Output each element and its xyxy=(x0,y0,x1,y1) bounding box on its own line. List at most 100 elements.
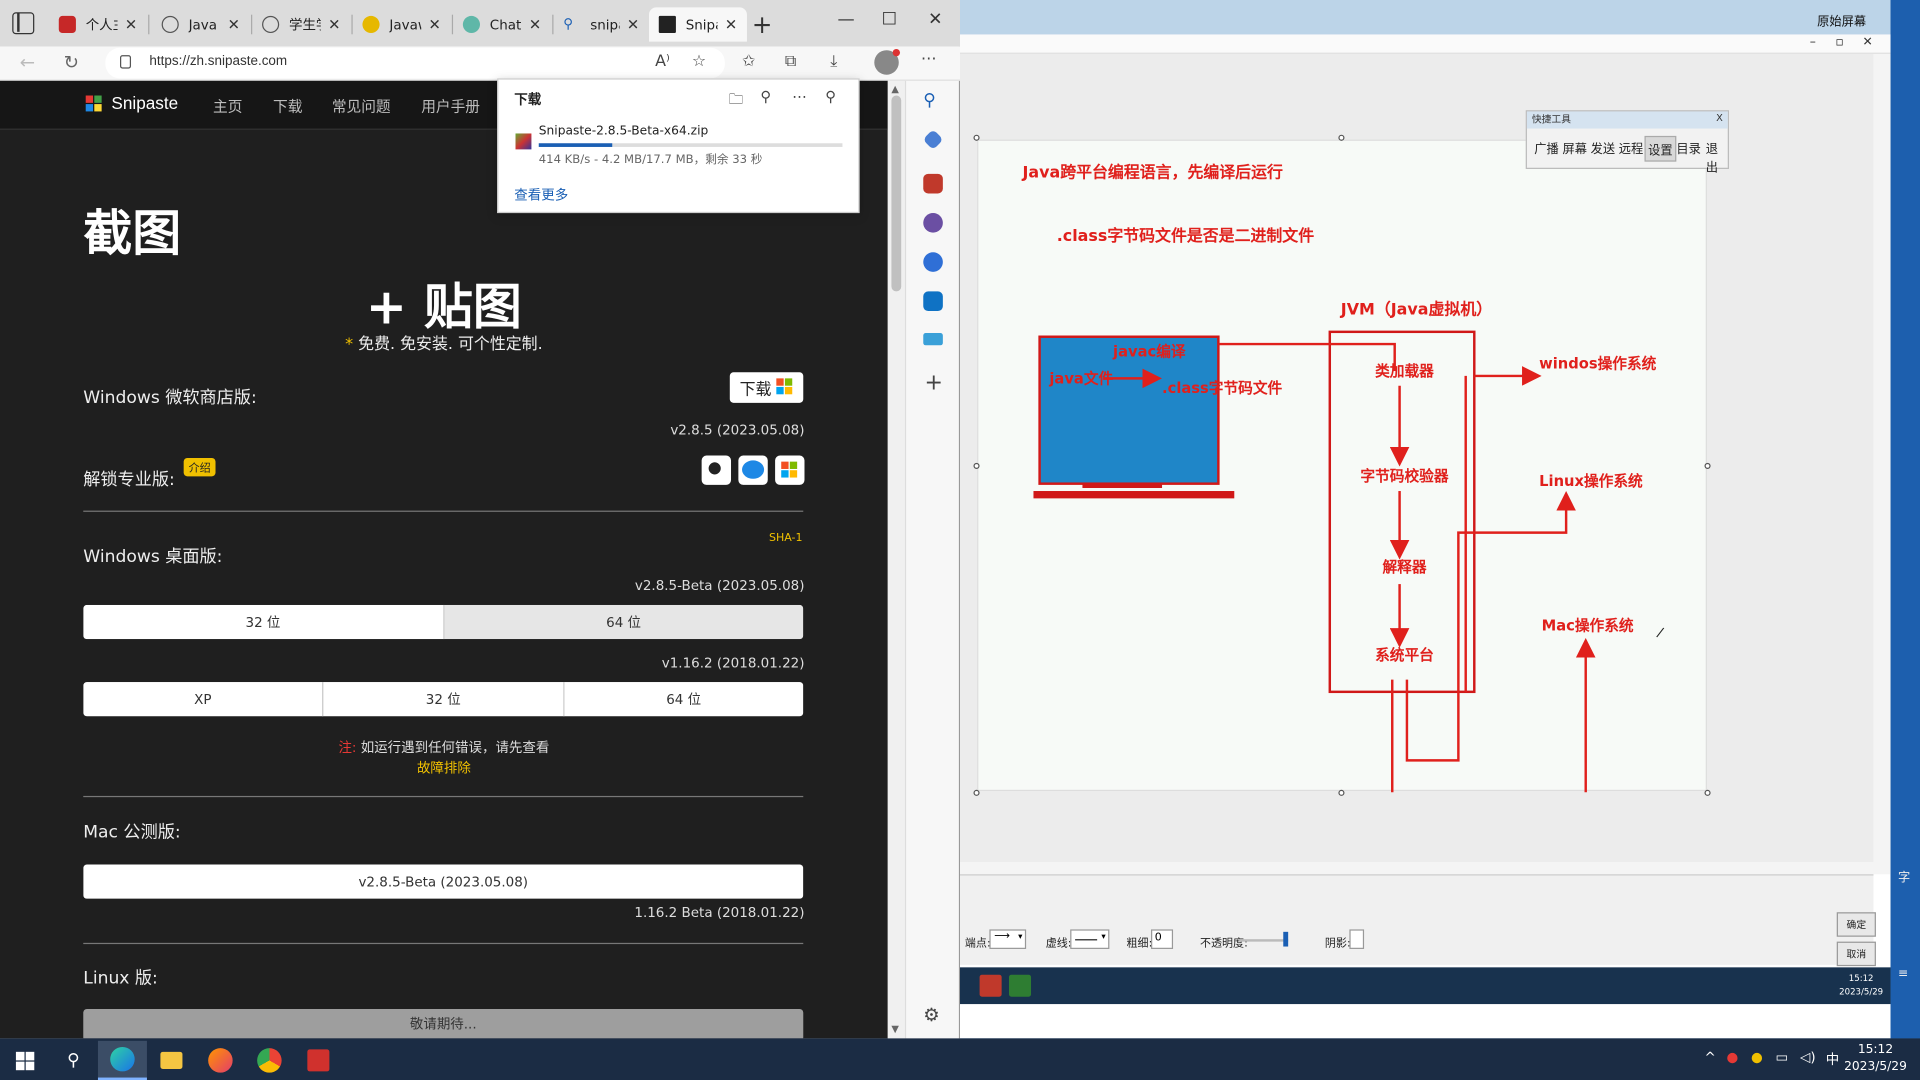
resize-handle[interactable] xyxy=(973,789,980,796)
wps-icon[interactable] xyxy=(979,974,1002,997)
send-icon[interactable] xyxy=(923,333,943,346)
download-32bit-button[interactable]: 32 位 xyxy=(83,604,444,640)
cancel-button[interactable]: 取消 xyxy=(1836,941,1876,967)
add-icon[interactable]: + xyxy=(924,370,944,396)
close-icon[interactable]: ✕ xyxy=(125,16,137,33)
volume-icon[interactable]: ◁) xyxy=(1800,1049,1816,1065)
close-icon[interactable]: ✕ xyxy=(228,16,240,33)
firefox-icon[interactable] xyxy=(196,1041,245,1080)
tab-chatgpt[interactable]: ChatGPT ✕ xyxy=(453,7,551,41)
more-options-icon[interactable]: ⋯ xyxy=(792,88,807,105)
tool-send[interactable]: 发送 xyxy=(1588,136,1617,159)
favorites-icon[interactable]: ✩ xyxy=(742,53,755,71)
tray-weather-icon[interactable]: ● xyxy=(1751,1049,1763,1065)
tool-exit[interactable]: 退出 xyxy=(1703,136,1727,178)
new-tab-plus-icon[interactable]: + xyxy=(752,10,773,39)
pin-icon[interactable]: ⚲ xyxy=(825,88,836,105)
close-icon[interactable]: ✕ xyxy=(428,16,440,33)
download-icon[interactable]: ⤓ xyxy=(830,53,837,71)
close-icon[interactable]: ✕ xyxy=(529,16,541,33)
microsoft-store-icon[interactable] xyxy=(775,455,805,485)
tab-java-web[interactable]: Java Web ✕ xyxy=(152,7,250,41)
profile-avatar[interactable] xyxy=(874,48,901,75)
collections-icon[interactable]: ⧉ xyxy=(785,53,796,71)
pro-intro-badge[interactable]: 介绍 xyxy=(183,457,216,477)
mac-download-button[interactable]: v2.8.5-Beta (2023.05.08) xyxy=(83,864,804,899)
tool-settings[interactable]: 设置 xyxy=(1644,135,1677,162)
download-old-64bit-button[interactable]: 64 位 xyxy=(564,682,804,717)
opacity-slider-thumb[interactable] xyxy=(1283,931,1289,947)
refresh-icon[interactable]: ↻ xyxy=(64,51,79,73)
close-icon[interactable]: ✕ xyxy=(328,16,340,33)
outlook-icon[interactable] xyxy=(923,291,943,312)
close-icon[interactable]: X xyxy=(1716,113,1723,124)
close-icon[interactable]: ✕ xyxy=(627,16,639,33)
download-file-name[interactable]: Snipaste-2.8.5-Beta-x64.zip xyxy=(539,125,708,138)
system-clock[interactable]: 15:12 2023/5/29 xyxy=(1844,1042,1907,1076)
resize-handle[interactable] xyxy=(1338,789,1345,796)
network-icon[interactable]: ▭ xyxy=(1776,1049,1789,1065)
tab-search-snipaste[interactable]: ⚲ snipaste ✕ xyxy=(553,7,649,41)
tab-snipaste-active[interactable]: Snipaste ✕ xyxy=(648,7,747,42)
ok-button[interactable]: 确定 xyxy=(1836,912,1876,937)
shadow-toggle[interactable] xyxy=(1349,929,1365,949)
tray-app-icon[interactable]: ● xyxy=(1727,1049,1739,1065)
remote-horizontal-scrollbar[interactable] xyxy=(960,862,1874,875)
office-icon[interactable] xyxy=(923,252,943,272)
scrollbar-thumb[interactable] xyxy=(891,95,902,292)
page-scrollbar[interactable]: ▲ ▼ xyxy=(887,80,905,1039)
tool-screen[interactable]: 屏幕 xyxy=(1560,136,1589,159)
ime-indicator[interactable]: 中 xyxy=(1826,1049,1839,1069)
apple-icon[interactable]: ● xyxy=(701,455,732,485)
download-64bit-button[interactable]: 64 位 xyxy=(443,604,804,640)
site-name[interactable]: Snipaste xyxy=(111,93,178,113)
minimize-button[interactable]: – xyxy=(1810,36,1816,49)
see-more-link[interactable]: 查看更多 xyxy=(514,185,568,205)
paypal-icon[interactable] xyxy=(738,455,768,485)
close-window-button[interactable]: ✕ xyxy=(928,10,942,30)
address-bar[interactable]: https://zh.snipaste.com A⁾ ☆ xyxy=(105,47,725,79)
download-old-32bit-button[interactable]: 32 位 xyxy=(323,682,565,717)
resize-handle[interactable] xyxy=(973,462,980,469)
tool-directory[interactable]: 目录 xyxy=(1674,136,1703,159)
folder-icon[interactable]: 🗀 xyxy=(729,88,744,114)
close-icon[interactable]: ✕ xyxy=(725,16,737,33)
snipaste-logo-icon[interactable] xyxy=(85,95,102,112)
tab-personal[interactable]: 个人主页 ✕ xyxy=(49,7,147,41)
tools-icon[interactable] xyxy=(923,173,943,194)
scroll-up-arrow-icon[interactable]: ▲ xyxy=(891,83,899,94)
gear-icon[interactable]: ⚙ xyxy=(923,1004,943,1026)
resize-handle[interactable] xyxy=(1704,462,1711,469)
nav-faq[interactable]: 常见问题 xyxy=(332,96,391,117)
tray-expand-icon[interactable]: ^ xyxy=(1704,1049,1715,1065)
resize-handle[interactable] xyxy=(973,134,980,141)
more-menu-icon[interactable]: ⋯ xyxy=(921,50,937,68)
chrome-icon[interactable] xyxy=(245,1041,294,1080)
nav-download[interactable]: 下载 xyxy=(273,96,302,117)
endpoint-select[interactable]: ⟶ ▾ xyxy=(989,929,1027,949)
edge-taskbar-icon[interactable] xyxy=(97,1040,147,1080)
read-aloud-icon[interactable]: A⁾ xyxy=(655,53,670,71)
search-icon[interactable]: ⚲ xyxy=(760,88,771,105)
width-spinner[interactable]: 0 xyxy=(1151,929,1174,949)
remote-app-icon[interactable] xyxy=(294,1041,343,1080)
opacity-slider[interactable] xyxy=(1239,939,1289,942)
tab-javaweb[interactable]: Javaweb ✕ xyxy=(353,7,451,41)
app-icon[interactable] xyxy=(1008,974,1032,997)
sha1-link[interactable]: SHA-1 xyxy=(769,533,803,545)
troubleshoot-link[interactable]: 故障排除 xyxy=(0,758,888,778)
line-style-select[interactable]: ▾ xyxy=(1070,929,1110,949)
restore-button[interactable]: ▫ xyxy=(1836,36,1844,49)
url-text[interactable]: https://zh.snipaste.com xyxy=(149,54,287,69)
tool-remote[interactable]: 远程 xyxy=(1616,136,1645,159)
tab-student[interactable]: 学生学习 ✕ xyxy=(252,7,350,41)
tool-broadcast[interactable]: 广播 xyxy=(1532,136,1561,159)
search-icon[interactable]: ⚲ xyxy=(923,91,943,111)
store-download-button[interactable]: 下载 xyxy=(729,372,804,403)
nav-home[interactable]: 主页 xyxy=(213,96,242,117)
maximize-button[interactable]: ☐ xyxy=(882,10,897,30)
resize-handle[interactable] xyxy=(1338,134,1345,141)
file-explorer-icon[interactable] xyxy=(147,1041,196,1080)
start-windows-icon[interactable] xyxy=(0,1041,49,1080)
nav-manual[interactable]: 用户手册 xyxy=(421,96,480,117)
